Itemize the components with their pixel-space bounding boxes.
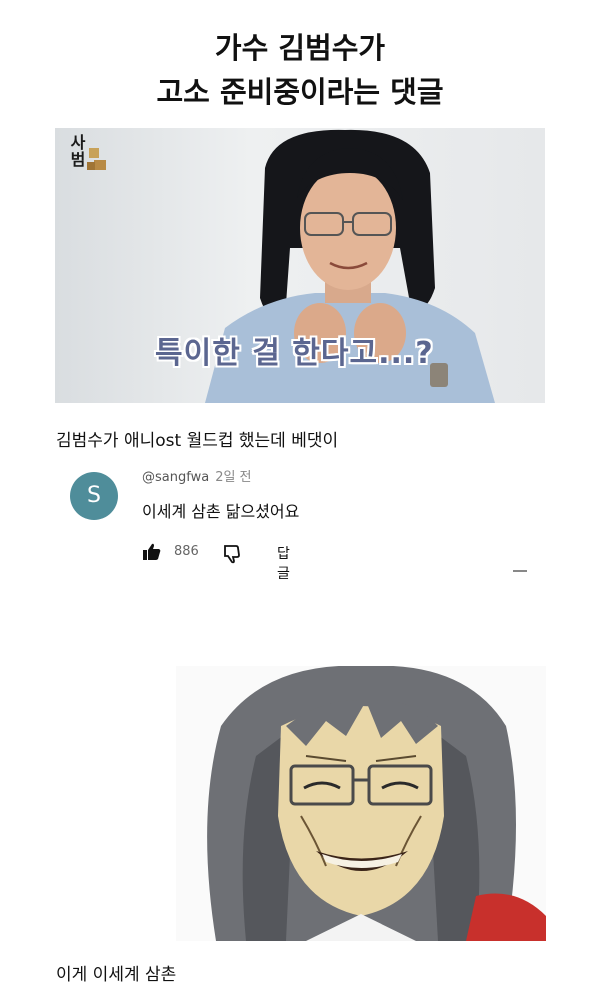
comment-time: 2일 전 — [215, 470, 252, 485]
youtube-comment: S @sangfwa 2일 전 이세계 삼촌 닮으셨어요 886 답글 — [70, 466, 510, 582]
caption-top: 김범수가 애니ost 월드컵 했는데 베댓이 — [56, 431, 339, 451]
channel-logo-graphic — [87, 148, 106, 170]
divider-mark — [513, 570, 527, 572]
caption-bottom: 이게 이세계 삼촌 — [56, 965, 177, 985]
channel-logo: 사범 — [67, 134, 109, 178]
anime-character-image — [176, 666, 546, 941]
comment-text: 이세계 삼촌 닮으셨어요 — [142, 502, 300, 521]
comment-header: @sangfwa 2일 전 — [142, 466, 252, 485]
avatar[interactable]: S — [70, 472, 118, 520]
thumbs-up-icon[interactable] — [142, 542, 162, 562]
thumbs-down-icon[interactable] — [222, 544, 242, 564]
headline-line-1: 가수 김범수가 — [214, 31, 386, 65]
like-count: 886 — [174, 544, 199, 559]
headline-line-2: 고소 준비중이라는 댓글 — [156, 75, 444, 109]
reply-button[interactable]: 답글 — [277, 543, 290, 583]
headline: 가수 김범수가 고소 준비중이라는 댓글 — [0, 26, 600, 114]
comment-username[interactable]: @sangfwa — [142, 470, 209, 485]
video-subtitle: 특이한 걸 한다고...? — [155, 336, 434, 371]
video-screenshot: 사범 특이한 걸 한다고...? — [55, 128, 545, 403]
